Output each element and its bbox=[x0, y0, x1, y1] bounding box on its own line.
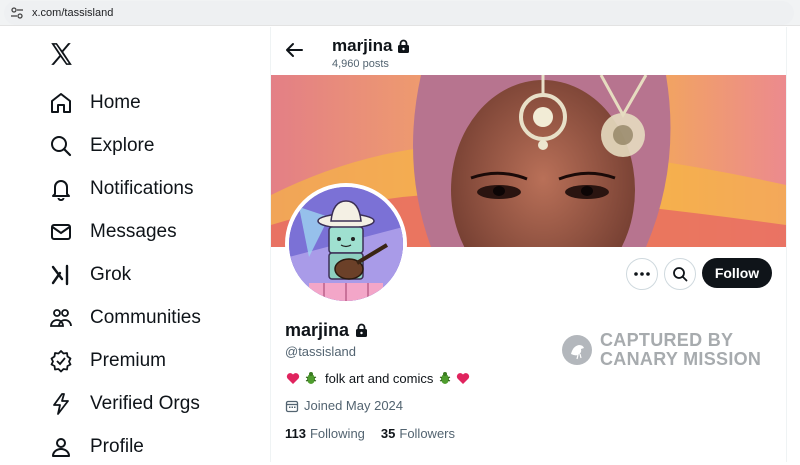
join-date: Joined May 2024 bbox=[285, 398, 403, 413]
profile-name: marjina bbox=[285, 320, 368, 341]
header-title: marjina bbox=[332, 36, 410, 56]
heart-icon bbox=[455, 370, 471, 386]
lock-icon bbox=[398, 39, 410, 53]
calendar-icon bbox=[285, 400, 299, 412]
watermark-text: CAPTURED BY CANARY MISSION bbox=[600, 331, 761, 369]
bug-icon bbox=[437, 370, 453, 386]
watermark-line-2: CANARY MISSION bbox=[600, 349, 762, 369]
search-icon bbox=[46, 131, 76, 161]
home-icon bbox=[46, 88, 76, 118]
watermark: CAPTURED BY CANARY MISSION bbox=[562, 331, 761, 369]
sidebar-item-label: Verified Orgs bbox=[90, 393, 200, 414]
sidebar-item-explore[interactable]: Explore bbox=[46, 128, 154, 164]
envelope-icon bbox=[46, 217, 76, 247]
canary-bird-icon bbox=[562, 335, 592, 365]
profile-handle: @tassisland bbox=[285, 344, 357, 359]
sidebar-item-label: Messages bbox=[90, 221, 177, 242]
following-link[interactable]: Following bbox=[310, 426, 365, 441]
profile-bio: folk art and comics bbox=[285, 370, 473, 386]
more-dots-icon bbox=[634, 272, 650, 276]
lightning-icon bbox=[46, 389, 76, 419]
sidebar-item-label: Home bbox=[90, 92, 141, 113]
browser-address-bar: x.com/tassisland bbox=[0, 0, 800, 26]
followers-count[interactable]: 35 bbox=[381, 426, 395, 441]
people-icon bbox=[46, 303, 76, 333]
watermark-line-1: CAPTURED BY bbox=[600, 330, 734, 350]
sidebar-item-messages[interactable]: Messages bbox=[46, 214, 177, 250]
search-icon bbox=[673, 267, 688, 282]
sidebar-item-notifications[interactable]: Notifications bbox=[46, 171, 194, 207]
sidebar-item-home[interactable]: Home bbox=[46, 85, 141, 121]
column-divider-right bbox=[786, 27, 787, 462]
back-arrow-icon[interactable] bbox=[283, 39, 305, 61]
sidebar-nav: Home Explore Notifications Messages Grok… bbox=[0, 27, 270, 462]
more-options-button[interactable] bbox=[626, 258, 658, 290]
sidebar-item-communities[interactable]: Communities bbox=[46, 300, 201, 336]
sidebar-item-label: Profile bbox=[90, 436, 144, 457]
sidebar-item-premium[interactable]: Premium bbox=[46, 343, 166, 379]
display-name: marjina bbox=[285, 320, 350, 340]
avatar[interactable] bbox=[285, 183, 407, 305]
url-text: x.com/tassisland bbox=[32, 6, 114, 19]
sidebar-item-grok[interactable]: Grok bbox=[46, 257, 131, 293]
post-count: 4,960 posts bbox=[332, 58, 389, 70]
lock-icon bbox=[356, 323, 368, 337]
badge-check-icon bbox=[46, 346, 76, 376]
following-count[interactable]: 113 bbox=[285, 426, 306, 441]
header-name: marjina bbox=[332, 36, 393, 55]
follow-stats: 113 Following 35 Followers bbox=[285, 426, 471, 441]
sidebar-item-label: Notifications bbox=[90, 178, 194, 199]
url-field[interactable]: x.com/tassisland bbox=[4, 0, 794, 25]
follow-button[interactable]: Follow bbox=[702, 258, 772, 288]
profile-header: marjina 4,960 posts bbox=[271, 27, 786, 75]
sidebar-item-profile[interactable]: Profile bbox=[46, 429, 144, 465]
join-date-text: Joined May 2024 bbox=[304, 398, 404, 413]
x-logo-icon[interactable] bbox=[48, 41, 74, 67]
user-icon bbox=[46, 432, 76, 462]
sidebar-item-label: Grok bbox=[90, 264, 132, 285]
bio-text: folk art and comics bbox=[325, 370, 434, 386]
sidebar-item-label: Explore bbox=[90, 135, 155, 156]
sidebar-item-label: Premium bbox=[90, 350, 167, 371]
heart-icon bbox=[285, 370, 301, 386]
bell-icon bbox=[46, 174, 76, 204]
grok-icon bbox=[46, 260, 76, 290]
sidebar-item-label: Communities bbox=[90, 307, 201, 328]
avatar-image bbox=[289, 187, 403, 301]
site-settings-icon[interactable] bbox=[10, 6, 24, 20]
sidebar-item-verified-orgs[interactable]: Verified Orgs bbox=[46, 386, 200, 422]
search-profile-button[interactable] bbox=[664, 258, 696, 290]
bug-icon bbox=[303, 370, 319, 386]
followers-link[interactable]: Followers bbox=[399, 426, 455, 441]
